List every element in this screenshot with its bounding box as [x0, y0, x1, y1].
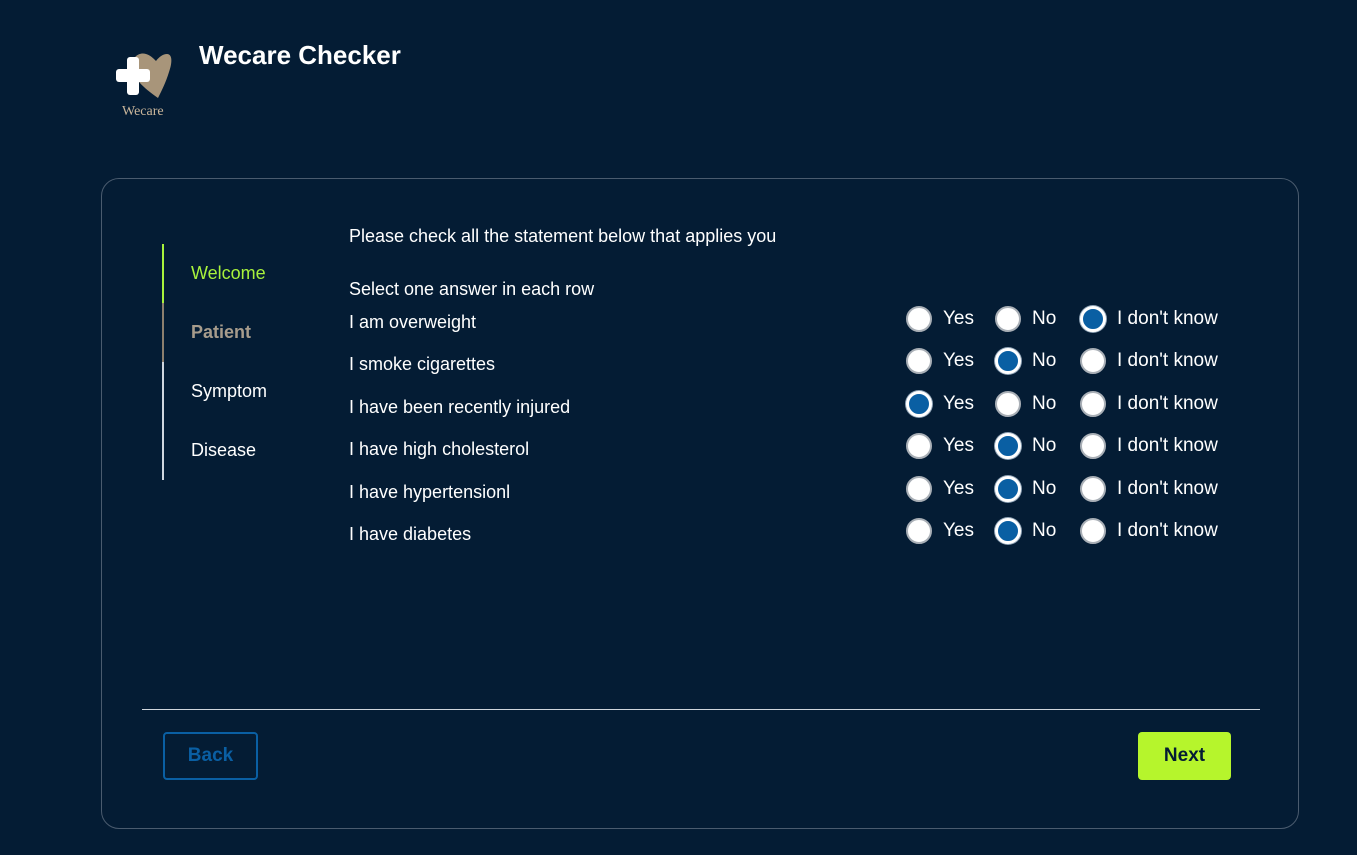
option-label: No — [1032, 519, 1057, 541]
radio-yes[interactable] — [906, 517, 932, 544]
radio-no[interactable] — [995, 348, 1021, 375]
checker-card: Welcome Patient Symptom Disease Please c… — [101, 178, 1299, 829]
step-patient[interactable]: Patient — [162, 303, 302, 362]
question-text: I have high cholesterol — [349, 439, 530, 460]
option-dont-know[interactable]: I don't know — [1080, 516, 1218, 546]
radio-dont-know[interactable] — [1080, 390, 1106, 417]
radio-dont-know[interactable] — [1080, 433, 1106, 460]
option-dont-know[interactable]: I don't know — [1080, 431, 1218, 461]
option-label: I don't know — [1117, 477, 1218, 499]
question-text: I have diabetes — [349, 523, 472, 544]
option-label: No — [1032, 392, 1057, 414]
radio-yes[interactable] — [906, 348, 932, 375]
option-dont-know[interactable]: I don't know — [1080, 346, 1218, 376]
question-row: I have high cholesterol Yes No I don't k… — [349, 431, 1249, 473]
option-dont-know[interactable]: I don't know — [1080, 389, 1218, 419]
step-symptom[interactable]: Symptom — [162, 362, 302, 421]
option-label: Yes — [943, 435, 974, 457]
step-welcome[interactable]: Welcome — [162, 244, 302, 303]
form-sub-instruction: Select one answer in each row — [349, 279, 595, 299]
question-row: I have been recently injured Yes No I do… — [349, 389, 1249, 431]
step-disease[interactable]: Disease — [162, 421, 302, 480]
option-label: Yes — [943, 392, 974, 414]
question-text: I have been recently injured — [349, 396, 571, 417]
step-label: Symptom — [191, 381, 268, 401]
radio-dont-know[interactable] — [1080, 517, 1106, 544]
step-label: Welcome — [191, 263, 266, 283]
option-label: No — [1032, 477, 1057, 499]
option-label: No — [1032, 350, 1057, 372]
question-text: I have hypertensionl — [349, 481, 511, 502]
option-yes[interactable]: Yes — [906, 346, 974, 376]
option-label: I don't know — [1117, 308, 1218, 329]
radio-yes[interactable] — [906, 306, 932, 332]
option-no[interactable]: No — [995, 346, 1056, 376]
question-row: I have diabetes Yes No I don't know — [349, 516, 1249, 558]
option-label: No — [1032, 308, 1057, 329]
option-yes[interactable]: Yes — [906, 389, 974, 419]
form-instruction: Please check all the statement below tha… — [349, 226, 777, 246]
option-no[interactable]: No — [995, 389, 1056, 419]
radio-no[interactable] — [995, 433, 1021, 460]
radio-dont-know[interactable] — [1080, 348, 1106, 375]
back-button[interactable]: Back — [163, 732, 258, 780]
option-label: Yes — [943, 519, 974, 541]
radio-dont-know[interactable] — [1080, 475, 1106, 502]
heart-cross-icon — [116, 53, 172, 98]
option-dont-know[interactable]: I don't know — [1080, 304, 1218, 334]
question-list: I am overweight Yes No I don't know I sm… — [349, 304, 1249, 558]
step-navigation: Welcome Patient Symptom Disease — [162, 244, 302, 480]
app-title: Wecare Checker — [199, 40, 401, 70]
option-no[interactable]: No — [995, 431, 1056, 461]
step-label: Patient — [191, 322, 252, 342]
wecare-logo: Wecare — [114, 50, 180, 124]
question-text: I smoke cigarettes — [349, 354, 496, 375]
radio-dont-know[interactable] — [1080, 306, 1106, 332]
logo-text: Wecare — [122, 104, 164, 119]
footer-divider — [142, 709, 1260, 710]
radio-yes[interactable] — [906, 390, 932, 417]
option-no[interactable]: No — [995, 474, 1056, 504]
option-dont-know[interactable]: I don't know — [1080, 474, 1218, 504]
radio-yes[interactable] — [906, 475, 932, 502]
question-row: I smoke cigarettes Yes No I don't know — [349, 346, 1249, 388]
option-no[interactable]: No — [995, 516, 1056, 546]
option-no[interactable]: No — [995, 304, 1056, 334]
option-label: I don't know — [1117, 392, 1218, 414]
radio-yes[interactable] — [906, 433, 932, 460]
radio-no[interactable] — [995, 517, 1021, 544]
option-label: I don't know — [1117, 350, 1218, 372]
step-label: Disease — [191, 440, 257, 460]
radio-no[interactable] — [995, 475, 1021, 502]
option-yes[interactable]: Yes — [906, 431, 974, 461]
question-row: I am overweight Yes No I don't know — [349, 304, 1249, 346]
option-yes[interactable]: Yes — [906, 474, 974, 504]
question-row: I have hypertensionl Yes No I don't know — [349, 474, 1249, 516]
next-button[interactable]: Next — [1138, 732, 1231, 780]
question-text: I am overweight — [349, 312, 477, 332]
option-label: Yes — [943, 308, 974, 329]
option-label: I don't know — [1117, 519, 1218, 541]
option-label: I don't know — [1117, 435, 1218, 457]
option-yes[interactable]: Yes — [906, 304, 974, 334]
option-label: No — [1032, 435, 1057, 457]
radio-no[interactable] — [995, 306, 1021, 332]
option-label: Yes — [943, 477, 974, 499]
option-yes[interactable]: Yes — [906, 516, 974, 546]
option-label: Yes — [943, 350, 974, 372]
radio-no[interactable] — [995, 390, 1021, 417]
